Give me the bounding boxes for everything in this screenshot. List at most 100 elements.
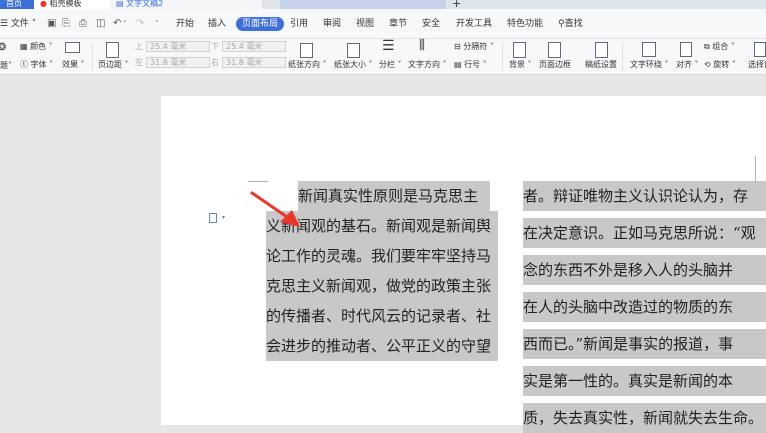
text-line-content: 在决定意识。正如马克思所说：“观 <box>523 224 756 242</box>
text-line[interactable]: 论工作的灵魂。我们要牢牢坚持马 <box>266 241 498 271</box>
customize-quick-access-icon[interactable]: ˅ <box>155 18 159 30</box>
text-line[interactable]: 的传播者、时代风云的记录者、社 <box>266 301 498 331</box>
columns-button[interactable]: 分栏 ˅ <box>379 60 402 70</box>
text-wrap-button[interactable]: 文字环绕 ˅ <box>630 60 669 70</box>
text-line-content: 克思主义新闻观，做党的政策主张 <box>266 277 492 295</box>
search-icon: ⚲ <box>558 19 565 29</box>
text-line-content: 实是第一性的。真实是新闻的本 <box>523 372 734 390</box>
new-tab-button[interactable]: + <box>452 0 464 9</box>
columns-icon: ☰ <box>382 38 395 54</box>
text-direction-button[interactable]: 文字方向 ˅ <box>408 60 447 70</box>
orientation-button[interactable]: 纸张方向 ˅ <box>288 60 327 70</box>
right-margin-label: 右 <box>211 58 219 67</box>
tab-templates-label: 稻壳模板 <box>49 0 82 8</box>
theme-effects-button[interactable]: 效果 ˅ <box>62 60 85 70</box>
background-label: 背景 <box>509 60 525 69</box>
text-line[interactable]: 新闻真实性原则是马克思主 <box>298 181 490 211</box>
group-button[interactable]: ⧉ 组合 ˅ <box>704 42 735 52</box>
page-border-button[interactable]: 页面边框 <box>539 60 571 70</box>
theme-colors-label: 颜色 <box>30 42 47 51</box>
menu-start[interactable]: 开始 <box>176 18 194 30</box>
top-margin-label: 上 <box>135 42 143 51</box>
columns-label: 分栏 <box>379 60 395 69</box>
menu-special[interactable]: 特色功能 <box>507 18 543 30</box>
tab-templates[interactable]: ● 稻壳模板 <box>34 0 116 9</box>
window-tab-bar: 首页 ● 稻壳模板 ▤ 文字文稿2 + <box>0 0 766 9</box>
left-margin-label: 左 <box>135 58 143 67</box>
text-line-content: 新闻真实性原则是马克思主 <box>298 187 479 205</box>
text-line[interactable]: 者。辩证唯物主义认识论认为，存 <box>523 181 766 211</box>
menu-developer[interactable]: 开发工具 <box>456 18 492 30</box>
redo-icon[interactable]: ↷ <box>136 18 144 30</box>
text-wrap-label: 文字环绕 <box>630 60 662 69</box>
effects-icon[interactable] <box>65 42 80 53</box>
file-menu[interactable]: ☰ 文件 ˅ <box>0 18 36 30</box>
rotate-icon: ⟲ <box>704 60 711 69</box>
undo-dropdown-icon[interactable]: ˅ <box>123 18 127 30</box>
menu-view[interactable]: 视图 <box>356 18 374 30</box>
menu-insert[interactable]: 插入 <box>208 18 226 30</box>
paper-setup-button[interactable]: 稿纸设置 <box>585 60 617 70</box>
line-numbers-button[interactable]: ▤ 行号 ˅ <box>454 60 487 70</box>
text-line[interactable]: 在人的头脑中改造过的物质的东 <box>523 292 766 322</box>
breaks-label: 分隔符 <box>463 42 488 51</box>
text-line[interactable]: 西而已。”新闻是事实的报道，事 <box>523 329 766 359</box>
menu-bar: ☰ 文件 ˅ ▣ ⎘ ⎙ ◫ ↶ ˅ ↷ ˅ 开始 插入 页面布局 引用 审阅 … <box>0 9 766 39</box>
theme-icon[interactable]: ❂ <box>0 43 6 53</box>
menu-chapter[interactable]: 章节 <box>389 18 407 30</box>
rotate-button[interactable]: ⟲ 旋转 ˅ <box>704 60 736 70</box>
text-line-content: 者。辩证唯物主义认识论认为，存 <box>523 187 749 205</box>
breaks-button[interactable]: ⊟ 分隔符 ˅ <box>454 42 494 52</box>
bottom-margin-label: 下 <box>211 42 219 51</box>
annotation-arrow-icon <box>250 191 300 227</box>
left-margin-input[interactable]: 31.8 毫米 <box>146 57 210 68</box>
background-button[interactable]: 背景 ˅ <box>509 60 532 70</box>
theme-colors-button[interactable]: ▦ 颜色 ˅ <box>20 42 53 52</box>
paper-size-button[interactable]: 纸张大小 ˅ <box>334 60 373 70</box>
theme-effects-label: 效果 <box>62 60 78 69</box>
line-numbers-label: 行号 <box>464 60 481 69</box>
paper-size-icon <box>347 43 360 58</box>
menu-security[interactable]: 安全 <box>422 18 440 30</box>
theme-fonts-button[interactable]: ⓣ 字体 ˅ <box>20 60 53 70</box>
group-icon: ⧉ <box>704 42 710 51</box>
margin-crop-mark-left <box>248 181 268 182</box>
right-margin-input[interactable]: 31.8 毫米 <box>222 57 286 68</box>
print-icon[interactable]: ⎙ <box>79 18 87 30</box>
theme-fonts-label: 字体 <box>30 60 47 69</box>
paragraph-options-icon[interactable] <box>209 213 217 223</box>
rotate-label: 旋转 <box>713 60 730 69</box>
docer-logo-icon: ● <box>40 0 47 8</box>
tab-obscured <box>280 0 446 9</box>
text-line[interactable]: 克思主义新闻观，做党的政策主张 <box>266 271 498 301</box>
text-line-content: 会进步的推动者、公平正义的守望 <box>266 337 492 355</box>
text-line[interactable]: 念的东西不外是移入人的头脑并 <box>523 255 766 285</box>
margin-crop-mark-right <box>755 156 756 181</box>
selection-pane-button[interactable]: 选择窗 <box>748 60 766 70</box>
tab-document[interactable]: ▤ 文字文稿2 <box>110 0 262 9</box>
align-label: 对齐 <box>676 60 692 69</box>
top-margin-input[interactable]: 25.4 毫米 <box>146 41 210 52</box>
align-button[interactable]: 对齐 ˅ <box>676 60 699 70</box>
undo-icon[interactable]: ↶ <box>113 18 121 30</box>
text-line[interactable]: 质，失去真实性，新闻就失去生命。 <box>523 403 766 433</box>
background-icon <box>513 42 526 58</box>
text-line[interactable]: 会进步的推动者、公平正义的守望 <box>266 331 498 361</box>
text-wrap-icon <box>642 42 656 57</box>
margins-button[interactable]: 页边距 ˅ <box>98 60 129 70</box>
save-icon[interactable]: ▣ <box>47 18 56 30</box>
menu-review[interactable]: 审阅 <box>323 18 341 30</box>
page-border-icon <box>548 42 561 58</box>
menu-references[interactable]: 引用 <box>290 18 308 30</box>
text-line[interactable]: 实是第一性的。真实是新闻的本 <box>523 366 766 396</box>
text-direction-icon: ⫼ <box>419 38 425 53</box>
text-line[interactable]: 在决定意识。正如马克思所说：“观 <box>523 218 766 248</box>
print-preview-icon[interactable]: ◫ <box>96 18 105 30</box>
paragraph-options-dropdown-icon[interactable]: ▾ <box>222 214 225 221</box>
font-icon: ⓣ <box>20 60 28 69</box>
export-icon[interactable]: ⎘ <box>62 18 70 30</box>
menu-page-layout[interactable]: 页面布局 <box>236 17 285 31</box>
search-button[interactable]: ⚲查找 <box>558 18 583 30</box>
bottom-margin-input[interactable]: 25.4 毫米 <box>222 41 286 52</box>
text-line-content: 西而已。”新闻是事实的报道，事 <box>523 335 734 353</box>
